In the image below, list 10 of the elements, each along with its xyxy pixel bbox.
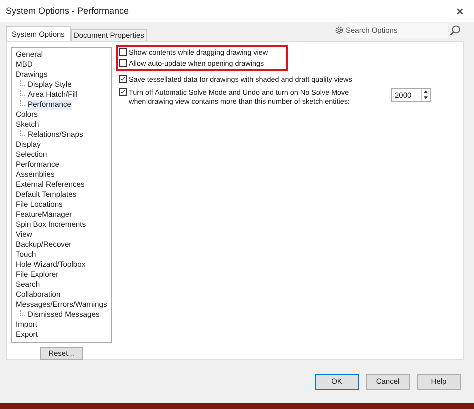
close-button[interactable]: ×	[452, 4, 468, 18]
gear-icon	[335, 26, 344, 35]
window-title: System Options - Performance	[6, 6, 130, 16]
checkbox[interactable]	[119, 59, 127, 67]
checkbox[interactable]	[119, 75, 127, 83]
checkbox[interactable]	[119, 48, 127, 56]
search-icon	[450, 25, 461, 36]
down-arrow-icon[interactable]	[423, 96, 429, 100]
checkbox[interactable]	[119, 88, 127, 96]
up-arrow-icon[interactable]	[423, 90, 429, 94]
